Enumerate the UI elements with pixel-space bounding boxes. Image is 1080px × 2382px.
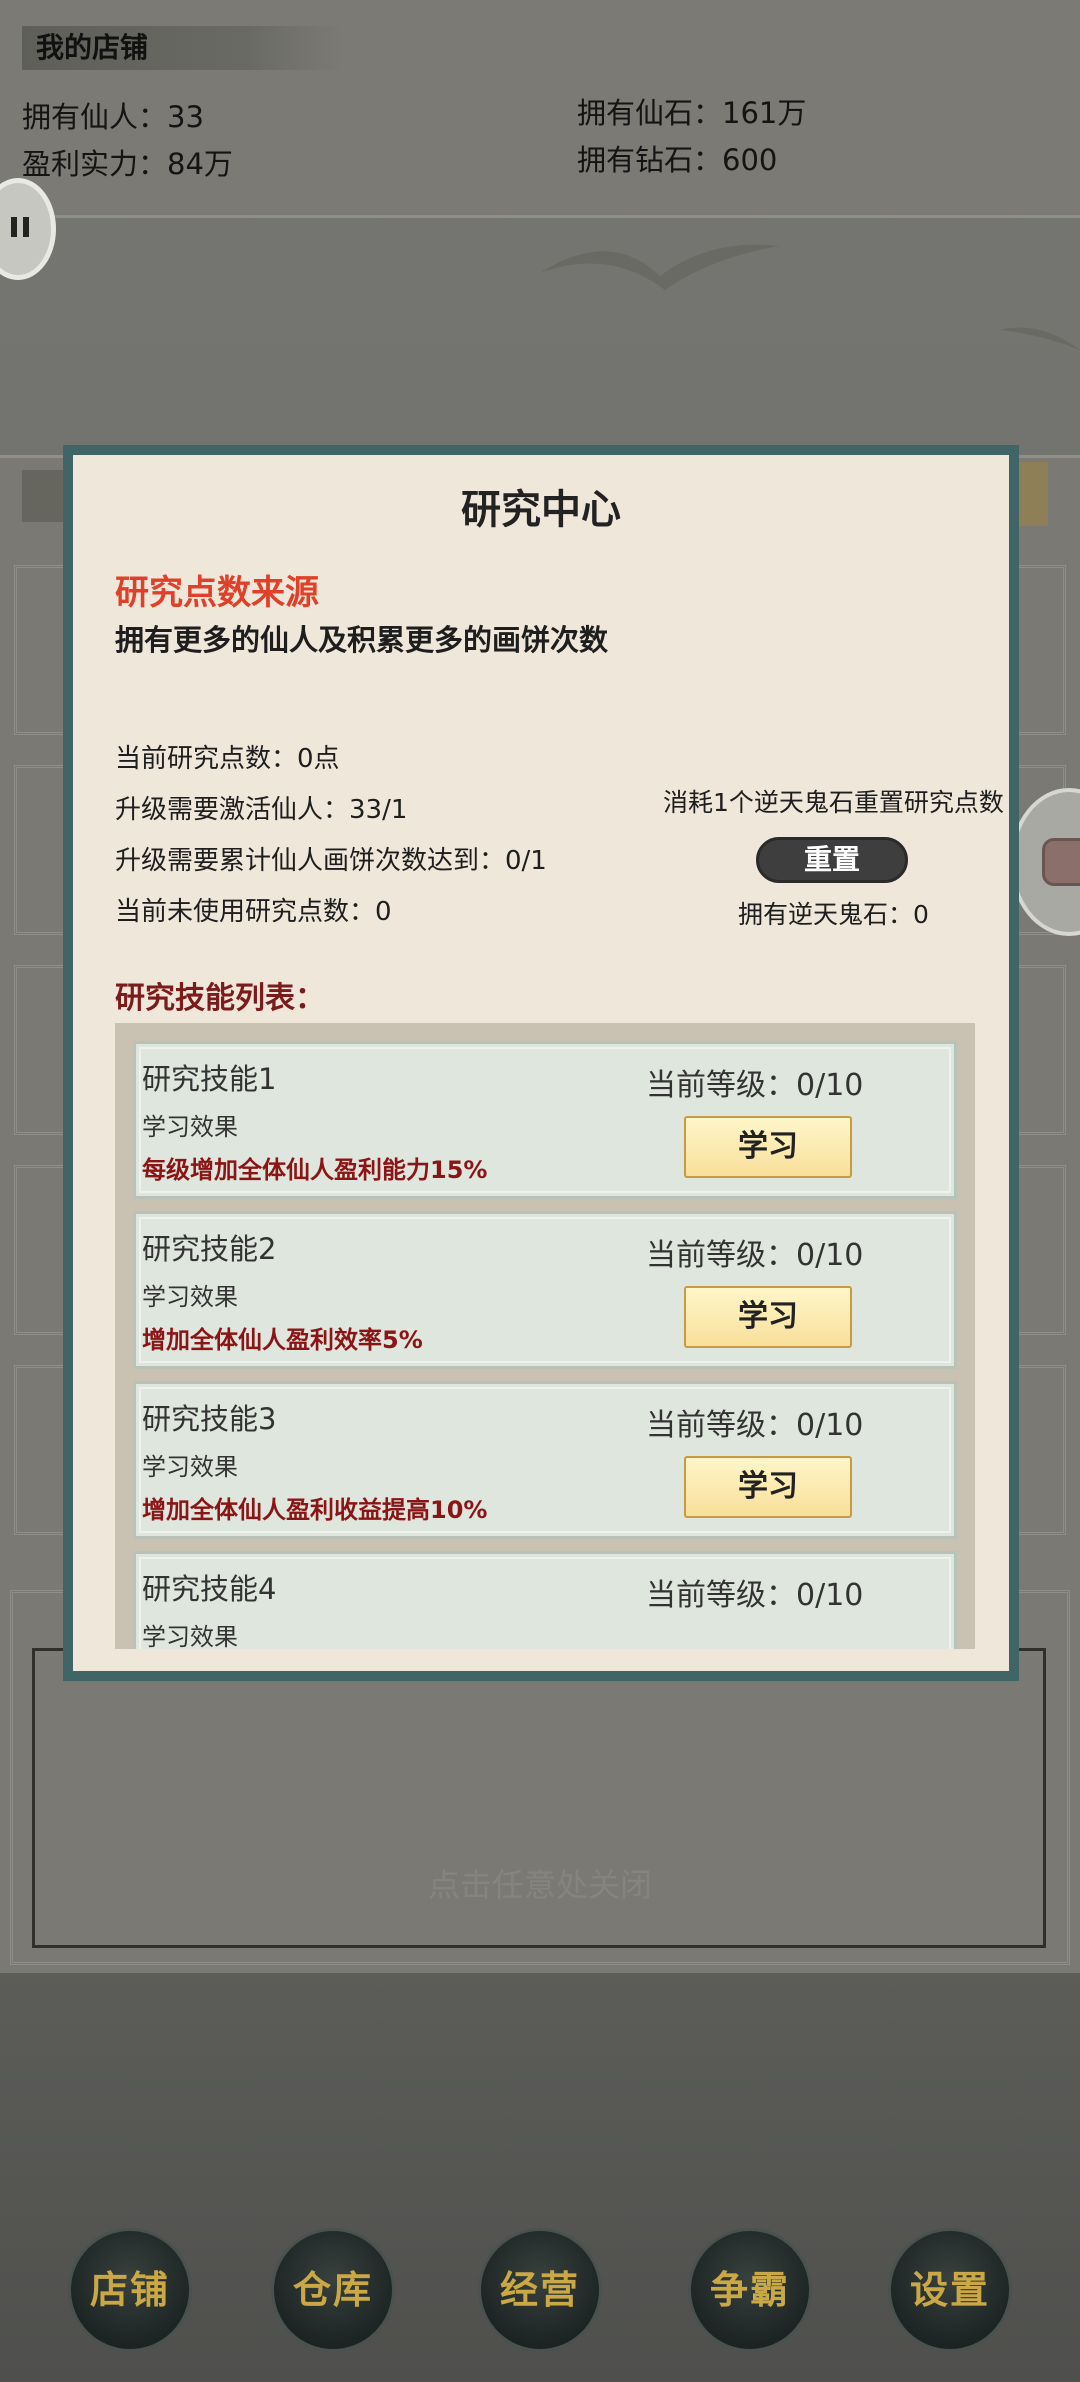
skill-level: 当前等级：0/10 — [646, 1068, 864, 1103]
stones-count: 拥有仙石：161万 — [577, 96, 807, 130]
nav-shop-button[interactable]: 店铺 — [68, 2228, 192, 2352]
skill-list-title: 研究技能列表： — [115, 981, 325, 1016]
skill-level: 当前等级：0/10 — [646, 1578, 864, 1613]
skill-name: 研究技能1 — [142, 1062, 277, 1096]
skill-description: 每级增加全体仙人盈利能力15% — [142, 1156, 488, 1184]
learn-button[interactable]: 学习 — [684, 1116, 852, 1178]
shop-header-panel: 我的店铺 拥有仙人：33 盈利实力：84万 拥有仙石：161万 拥有钻石：600 — [0, 0, 1080, 218]
skill-name: 研究技能4 — [142, 1572, 277, 1606]
skill-effect-label: 学习效果 — [142, 1113, 238, 1141]
skill-card: 研究技能2 学习效果 增加全体仙人盈利效率5% 当前等级：0/10 学习 — [133, 1211, 957, 1369]
bird-decoration-icon — [1000, 327, 1080, 350]
skill-card: 研究技能4 学习效果 当前等级：0/10 — [133, 1551, 957, 1649]
reset-hint: 消耗1个逆天鬼石重置研究点数 — [663, 788, 1004, 817]
skill-card: 研究技能1 学习效果 每级增加全体仙人盈利能力15% 当前等级：0/10 学习 — [133, 1041, 957, 1199]
learn-button[interactable]: 学习 — [684, 1286, 852, 1348]
skill-effect-label: 学习效果 — [142, 1623, 238, 1649]
skill-card: 研究技能3 学习效果 增加全体仙人盈利收益提高10% 当前等级：0/10 学习 — [133, 1381, 957, 1539]
skill-level: 当前等级：0/10 — [646, 1408, 864, 1443]
skill-name: 研究技能2 — [142, 1232, 277, 1266]
skill-description: 增加全体仙人盈利收益提高10% — [142, 1496, 488, 1524]
nav-battle-button[interactable]: 争霸 — [688, 2228, 812, 2352]
skill-name: 研究技能3 — [142, 1402, 277, 1436]
source-title: 研究点数来源 — [115, 573, 319, 613]
required-cakes: 升级需要累计仙人画饼次数达到：0/1 — [115, 846, 547, 876]
nav-business-button[interactable]: 经营 — [478, 2228, 602, 2352]
skill-list[interactable]: 研究技能1 学习效果 每级增加全体仙人盈利能力15% 当前等级：0/10 学习 … — [115, 1023, 975, 1649]
skill-description: 增加全体仙人盈利效率5% — [142, 1326, 423, 1354]
diamonds-count: 拥有钻石：600 — [577, 143, 778, 177]
source-description: 拥有更多的仙人及积累更多的画饼次数 — [115, 623, 609, 657]
required-immortals: 升级需要激活仙人：33/1 — [115, 795, 408, 825]
current-points: 当前研究点数：0点 — [115, 744, 340, 774]
immortals-count: 拥有仙人：33 — [22, 100, 204, 134]
research-center-modal: 研究中心 研究点数来源 拥有更多的仙人及积累更多的画饼次数 当前研究点数：0点 … — [63, 445, 1019, 1681]
nav-warehouse-button[interactable]: 仓库 — [271, 2228, 395, 2352]
owned-ghost-stone: 拥有逆天鬼石：0 — [738, 900, 929, 929]
skill-effect-label: 学习效果 — [142, 1453, 238, 1481]
reset-button[interactable]: 重置 — [756, 837, 908, 883]
modal-title: 研究中心 — [461, 487, 621, 533]
learn-button[interactable]: 学习 — [684, 1456, 852, 1518]
skill-effect-label: 学习效果 — [142, 1283, 238, 1311]
nav-settings-button[interactable]: 设置 — [888, 2228, 1012, 2352]
profit-power: 盈利实力：84万 — [22, 147, 233, 181]
close-hint: 点击任意处关闭 — [427, 1866, 652, 1904]
bird-decoration-icon — [540, 244, 780, 290]
unused-points: 当前未使用研究点数：0 — [115, 897, 392, 927]
shop-title: 我的店铺 — [22, 26, 342, 70]
modal-body: 研究中心 研究点数来源 拥有更多的仙人及积累更多的画饼次数 当前研究点数：0点 … — [73, 455, 1009, 1671]
skill-level: 当前等级：0/10 — [646, 1238, 864, 1273]
